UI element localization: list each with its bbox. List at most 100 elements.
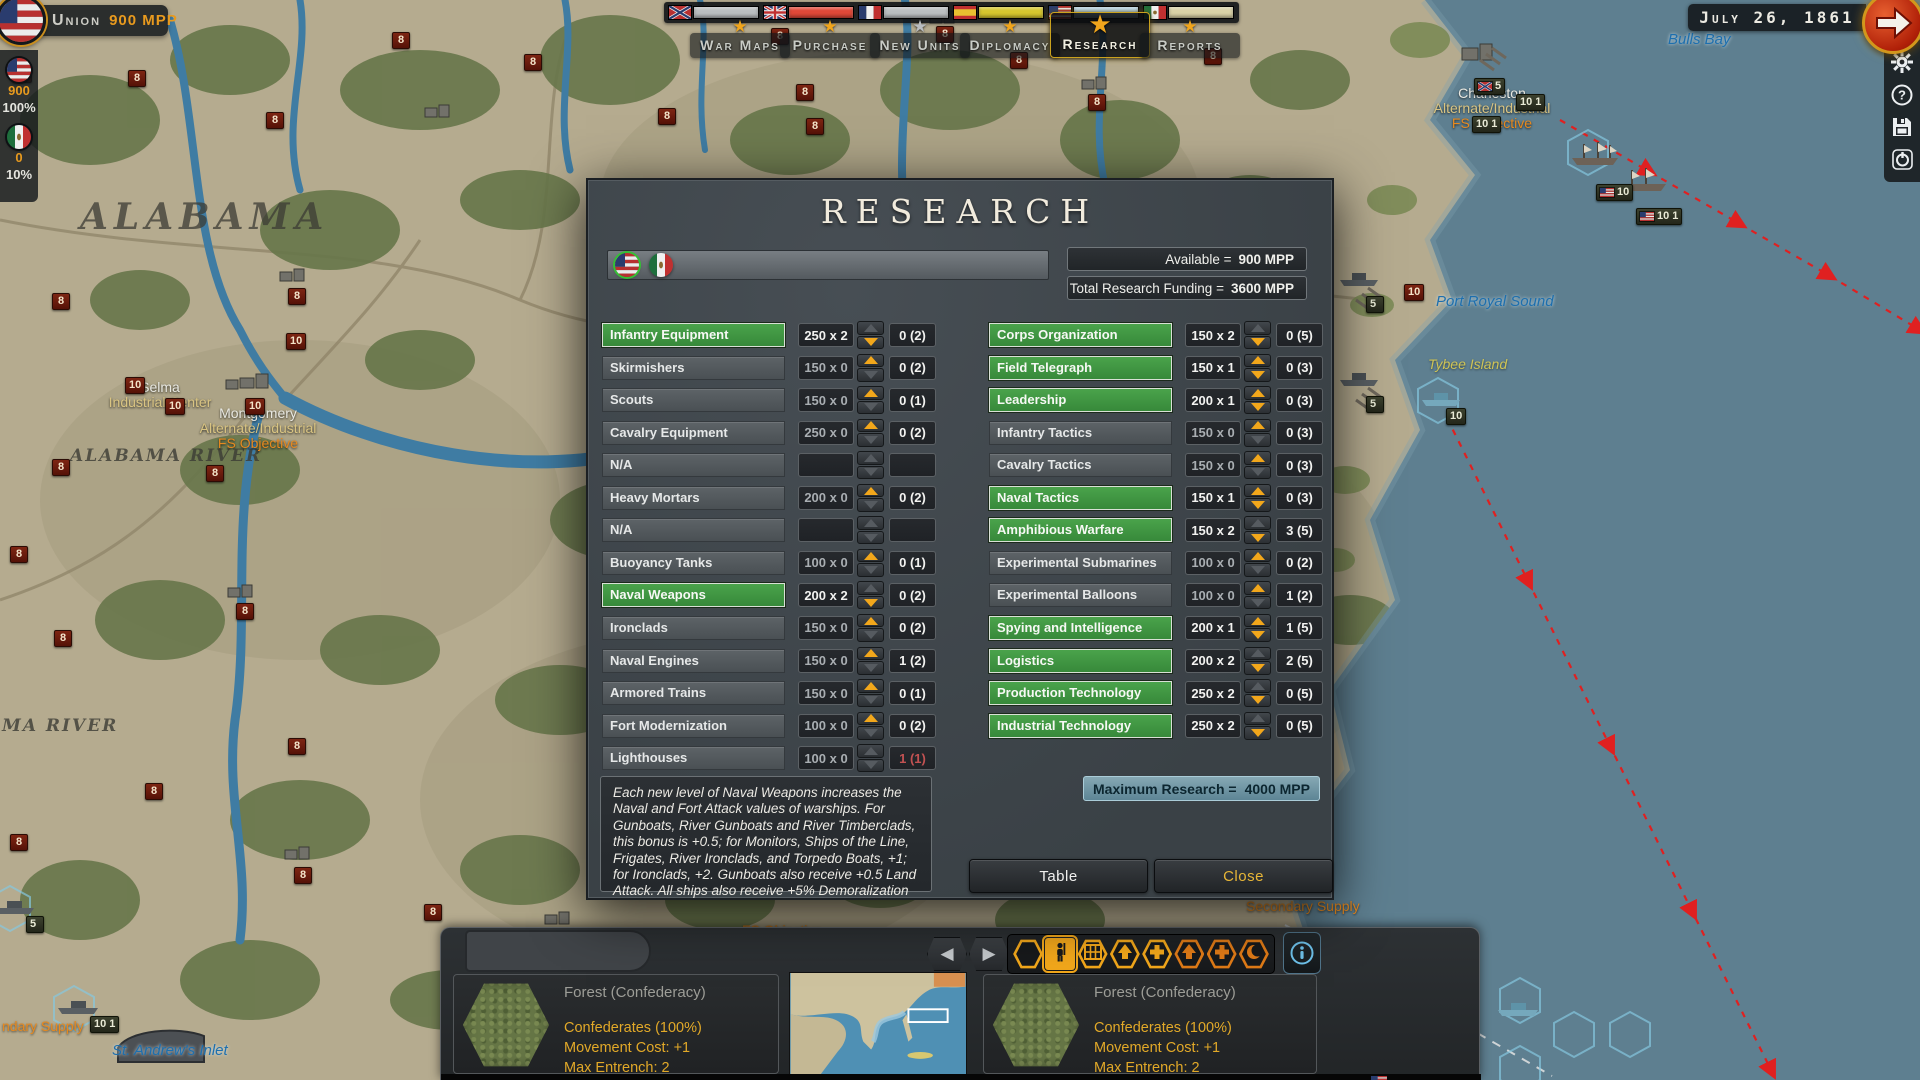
next-unit-button[interactable]: ▶ [969,937,1009,971]
research-progress: 3 (5) [1276,518,1323,542]
research-increase-button[interactable] [1244,679,1271,693]
research-decrease-button[interactable] [1244,401,1271,415]
research-increase-button[interactable] [857,484,884,498]
research-increase-button[interactable] [1244,647,1271,661]
menu-diplomacy[interactable]: ★Diplomacy [960,33,1060,58]
research-decrease-button[interactable] [857,628,884,642]
research-increase-button[interactable] [857,549,884,563]
research-increase-button[interactable] [857,679,884,693]
infantry-icon[interactable] [1045,938,1075,970]
menu-label: New Units [880,37,961,53]
research-increase-button[interactable] [857,581,884,595]
research-cost [798,518,854,542]
funding-value: 3600 MPP [1231,281,1294,296]
prev-unit-button[interactable]: ◀ [927,937,967,971]
research-increase-button[interactable] [857,354,884,368]
research-decrease-button[interactable] [1244,433,1271,447]
elite-plus-icon[interactable] [1207,938,1237,970]
research-increase-button[interactable] [857,647,884,661]
research-decrease-button[interactable] [1244,628,1271,642]
research-decrease-button[interactable] [1244,661,1271,675]
save-icon[interactable] [1889,114,1915,140]
menu-reports[interactable]: ★Reports [1140,33,1240,58]
supply-badge: 10 [286,333,306,350]
research-increase-button[interactable] [1244,354,1271,368]
supply-crate-icon[interactable] [1078,938,1108,970]
research-row: Lighthouses100 x 01 (1) [602,746,936,770]
night-icon[interactable] [1239,938,1269,970]
menu-purchase[interactable]: ★Purchase [780,33,880,58]
research-decrease-button[interactable] [857,433,884,447]
research-increase-button[interactable] [857,386,884,400]
research-decrease-button[interactable] [857,563,884,577]
research-increase-button[interactable] [1244,549,1271,563]
research-nation-usa[interactable] [615,253,639,277]
research-increase-button[interactable] [1244,419,1271,433]
research-decrease-button[interactable] [1244,336,1271,350]
research-increase-button[interactable] [857,614,884,628]
research-row: Fort Modernization100 x 00 (2) [602,714,936,738]
research-increase-button[interactable] [1244,451,1271,465]
research-decrease-button[interactable] [1244,466,1271,480]
research-increase-button[interactable] [1244,386,1271,400]
usa-flag-icon[interactable] [7,58,31,82]
research-nation-mexico[interactable] [649,253,673,277]
close-button[interactable]: Close [1154,859,1333,893]
research-decrease-button[interactable] [857,368,884,382]
mexico-flag-icon[interactable] [7,125,31,149]
research-decrease-button[interactable] [857,661,884,675]
research-decrease-button[interactable] [1244,563,1271,577]
research-decrease-button[interactable] [1244,694,1271,708]
research-cost: 150 x 0 [798,649,854,673]
table-button[interactable]: Table [969,859,1148,893]
info-icon[interactable] [1283,932,1321,974]
research-increase-button[interactable] [857,321,884,335]
research-decrease-button[interactable] [857,726,884,740]
research-item-label: Infantry Tactics [989,421,1172,445]
supply-badge: 8 [524,54,542,71]
research-item-label: Fort Modernization [602,714,785,738]
supply-badge: 10 [125,377,145,394]
bottom-strip [441,1074,1481,1080]
research-increase-button[interactable] [857,712,884,726]
supply-badge: 8 [128,70,146,87]
research-row: Field Telegraph150 x 10 (3) [989,356,1323,380]
research-decrease-button[interactable] [1244,498,1271,512]
research-increase-button[interactable] [1244,581,1271,595]
help-icon[interactable]: ? [1889,82,1915,108]
menu-research[interactable]: ★Research [1050,12,1150,58]
research-decrease-button[interactable] [857,401,884,415]
menu-war-maps[interactable]: ★War Maps [690,33,790,58]
terrain-stat: Movement Cost: +1 [564,1038,706,1058]
menu-new-units[interactable]: ★New Units [870,33,970,58]
research-decrease-button[interactable] [1244,726,1271,740]
research-progress: 0 (2) [889,583,936,607]
research-cost: 100 x 0 [798,714,854,738]
unit-strength-badge: 5 [1366,396,1384,413]
research-increase-button[interactable] [1244,484,1271,498]
research-increase-button[interactable] [857,419,884,433]
minimap[interactable] [789,972,967,1076]
research-row: N/A [602,518,936,542]
hex-outline-icon[interactable] [1013,938,1043,970]
research-item-label: Skirmishers [602,356,785,380]
reinforce-arrow-icon[interactable] [1110,938,1140,970]
research-decrease-button[interactable] [1244,368,1271,382]
research-decrease-button[interactable] [857,596,884,610]
exit-icon[interactable] [1889,147,1915,173]
research-decrease-button[interactable] [857,336,884,350]
influence-bar [1168,6,1234,19]
research-decrease-button[interactable] [1244,531,1271,545]
research-increase-button[interactable] [1244,516,1271,530]
research-decrease-button[interactable] [857,759,884,773]
upgrade-arrow-icon[interactable] [1174,938,1204,970]
research-increase-button[interactable] [1244,712,1271,726]
research-increase-button[interactable] [857,744,884,758]
research-decrease-button[interactable] [1244,596,1271,610]
research-decrease-button[interactable] [857,694,884,708]
research-row: Production Technology250 x 20 (5) [989,681,1323,705]
research-decrease-button[interactable] [857,498,884,512]
medic-plus-icon[interactable] [1142,938,1172,970]
research-increase-button[interactable] [1244,321,1271,335]
research-increase-button[interactable] [1244,614,1271,628]
